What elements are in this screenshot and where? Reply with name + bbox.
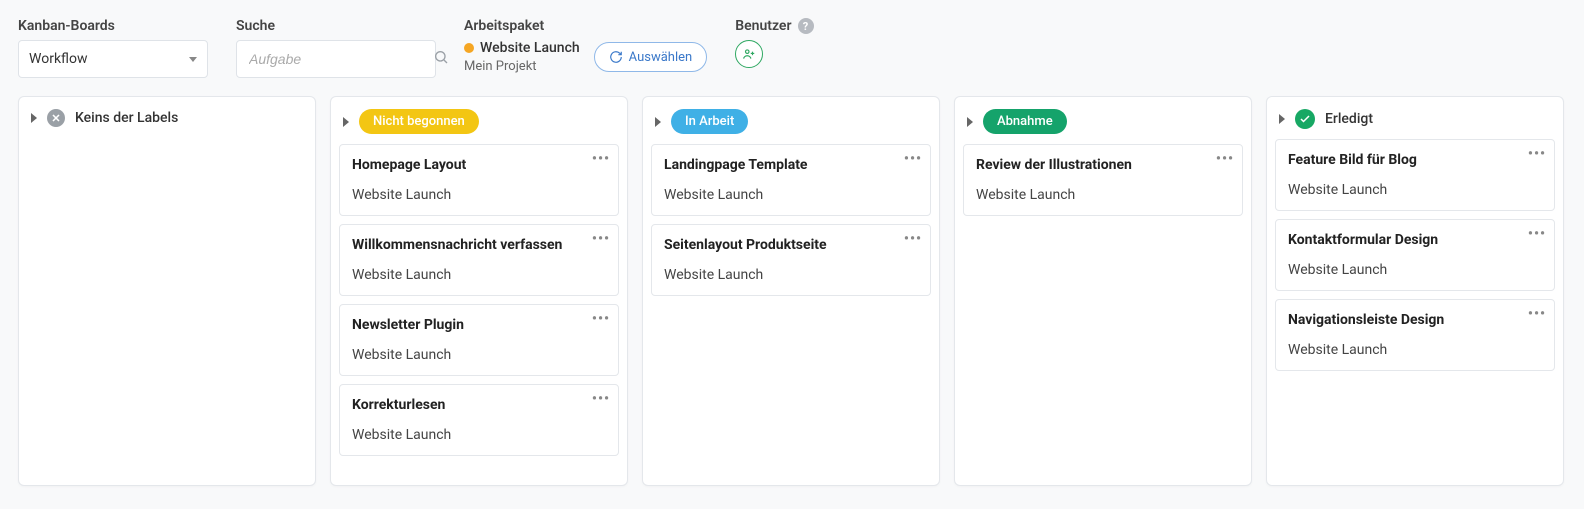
kanban-card[interactable]: •••Korrekturlesen Website Launch [339,384,619,456]
kanban-card[interactable]: •••Willkommensnachricht verfassen Website… [339,224,619,296]
workpackage-label: Arbeitspaket [464,18,707,34]
user-label-row: Benutzer ? [735,18,813,34]
choose-workpackage-label: Auswählen [629,50,693,65]
column-header: Nicht begonnen [331,97,627,144]
card-more-icon[interactable]: ••• [1528,146,1546,162]
card-title: Korrekturlesen [352,397,606,413]
add-user-button[interactable] [735,40,763,68]
chevron-right-icon[interactable] [967,117,973,127]
column-header: Erledigt [1267,97,1563,139]
kanban-board-select[interactable]: Workflow [18,40,208,78]
workpackage-name: Website Launch [480,40,580,56]
column-cards [19,137,315,147]
search-group: Suche [236,18,436,78]
column-label: In Arbeit [671,109,748,134]
card-project: Website Launch [352,427,606,443]
card-project: Website Launch [352,267,606,283]
chevron-right-icon[interactable] [31,113,37,123]
search-field-wrapper[interactable] [236,40,436,78]
help-icon[interactable]: ? [798,18,814,34]
card-more-icon[interactable]: ••• [1528,226,1546,242]
column-header: ✕ Keins der Labels [19,97,315,137]
card-more-icon[interactable]: ••• [592,391,610,407]
chevron-right-icon[interactable] [1279,114,1285,124]
kanban-board: ✕Keins der LabelsNicht begonnen•••Homepa… [0,88,1584,504]
user-plus-icon [742,47,756,61]
column-none: ✕ Keins der Labels [18,96,316,486]
column-in-progress: In Arbeit•••Landingpage TemplateWebsite … [642,96,940,486]
workpackage-status-dot [464,43,474,53]
column-header: In Arbeit [643,97,939,144]
kanban-card[interactable]: •••Kontaktformular Design Website Launch [1275,219,1555,291]
card-title: Landingpage Template [664,157,918,173]
column-done: Erledigt•••Feature Bild für BlogWebsite … [1266,96,1564,486]
user-group: Benutzer ? [735,18,813,68]
kanban-card[interactable]: •••Review der Illustrationen Website Laun… [963,144,1243,216]
column-header: Abnahme [955,97,1251,144]
card-title: Navigationsleiste Design [1288,312,1542,328]
card-project: Website Launch [352,187,606,203]
search-label: Suche [236,18,436,34]
card-title: Homepage Layout [352,157,606,173]
kanban-board-label: Kanban-Boards [18,18,208,34]
card-more-icon[interactable]: ••• [904,231,922,247]
card-title: Review der Illustrationen [976,157,1230,173]
card-project: Website Launch [1288,182,1542,198]
search-input[interactable] [247,50,433,68]
column-cards: •••Homepage LayoutWebsite Launch•••Willk… [331,144,627,466]
card-more-icon[interactable]: ••• [592,231,610,247]
no-label-icon: ✕ [47,109,65,127]
user-label: Benutzer [735,18,791,34]
card-title: Willkommensnachricht verfassen [352,237,606,253]
kanban-board-group: Kanban-Boards Workflow [18,18,208,78]
workpackage-group: Arbeitspaket Website Launch Mein Projekt… [464,18,707,74]
workpackage-project: Mein Projekt [464,59,580,74]
card-project: Website Launch [664,267,918,283]
column-label: Nicht begonnen [359,109,479,134]
column-approval: Abnahme •••Review der Illustrationen Websi… [954,96,1252,486]
column-label: Abnahme [983,109,1067,134]
chevron-right-icon[interactable] [343,117,349,127]
kanban-card[interactable]: •••Homepage Layout Website Launch [339,144,619,216]
workpackage-info: Website Launch Mein Projekt [464,40,580,74]
chevron-down-icon [189,57,197,62]
column-not-started: Nicht begonnen•••Homepage LayoutWebsite … [330,96,628,486]
card-more-icon[interactable]: ••• [592,311,610,327]
card-project: Website Launch [352,347,606,363]
refresh-icon [609,50,623,64]
card-project: Website Launch [1288,342,1542,358]
choose-workpackage-button[interactable]: Auswählen [594,42,708,72]
kanban-card[interactable]: •••Feature Bild für Blog Website Launch [1275,139,1555,211]
kanban-card[interactable]: •••Seitenlayout Produktseite Website Laun… [651,224,931,296]
card-more-icon[interactable]: ••• [904,151,922,167]
card-more-icon[interactable]: ••• [592,151,610,167]
column-label: Erledigt [1325,111,1373,127]
card-title: Newsletter Plugin [352,317,606,333]
card-more-icon[interactable]: ••• [1528,306,1546,322]
check-circle-icon [1295,109,1315,129]
search-icon [433,49,449,69]
card-title: Kontaktformular Design [1288,232,1542,248]
card-title: Seitenlayout Produktseite [664,237,918,253]
kanban-card[interactable]: •••Newsletter Plugin Website Launch [339,304,619,376]
card-project: Website Launch [1288,262,1542,278]
column-cards: •••Feature Bild für BlogWebsite Launch••… [1267,139,1563,381]
card-project: Website Launch [976,187,1230,203]
kanban-board-selected-value: Workflow [29,51,88,67]
kanban-card[interactable]: •••Landingpage Template Website Launch [651,144,931,216]
column-label: Keins der Labels [75,110,178,126]
kanban-card[interactable]: •••Navigationsleiste Design Website Launc… [1275,299,1555,371]
card-title: Feature Bild für Blog [1288,152,1542,168]
chevron-right-icon[interactable] [655,117,661,127]
column-cards: •••Review der Illustrationen Website Laun… [955,144,1251,226]
card-project: Website Launch [664,187,918,203]
toolbar: Kanban-Boards Workflow Suche Arbeitspake… [0,0,1584,88]
column-cards: •••Landingpage TemplateWebsite Launch•••… [643,144,939,306]
card-more-icon[interactable]: ••• [1216,151,1234,167]
